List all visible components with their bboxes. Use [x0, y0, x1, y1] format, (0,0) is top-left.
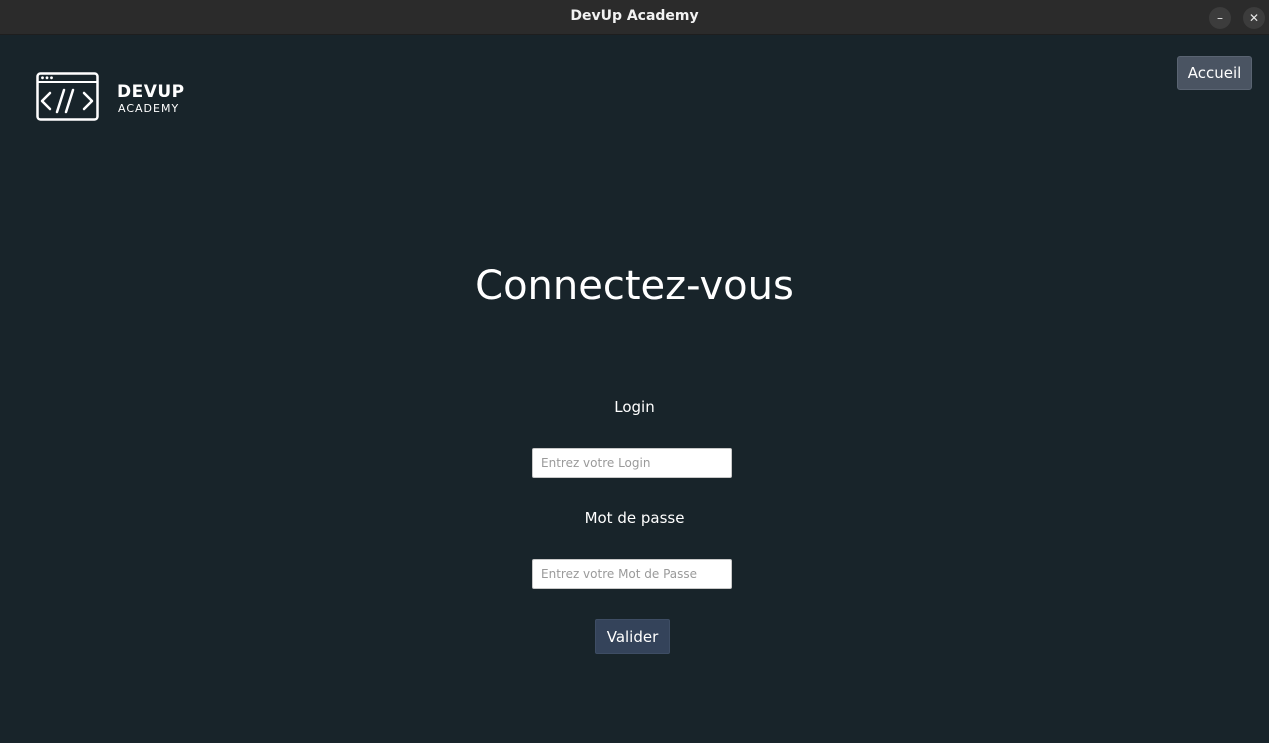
close-icon: ✕	[1248, 11, 1260, 25]
logo-title: DEVUP	[117, 82, 185, 102]
password-label: Mot de passe	[584, 509, 685, 527]
app-window: DevUp Academy – ✕ DEVUP ACADEMY Accueil …	[0, 0, 1269, 743]
accueil-button[interactable]: Accueil	[1177, 56, 1252, 90]
code-window-icon	[36, 72, 99, 121]
logo-subtitle: ACADEMY	[118, 102, 180, 115]
minimize-icon: –	[1217, 11, 1223, 25]
submit-button[interactable]: Valider	[595, 619, 670, 654]
password-input[interactable]	[532, 559, 732, 589]
logo: DEVUP ACADEMY	[36, 72, 196, 122]
page-title: Connectez-vous	[475, 263, 794, 309]
title-bar: DevUp Academy – ✕	[0, 0, 1269, 35]
close-button[interactable]: ✕	[1243, 7, 1265, 29]
window-title: DevUp Academy	[570, 8, 699, 24]
login-label: Login	[614, 398, 655, 416]
minimize-button[interactable]: –	[1209, 7, 1231, 29]
login-input[interactable]	[532, 448, 732, 478]
